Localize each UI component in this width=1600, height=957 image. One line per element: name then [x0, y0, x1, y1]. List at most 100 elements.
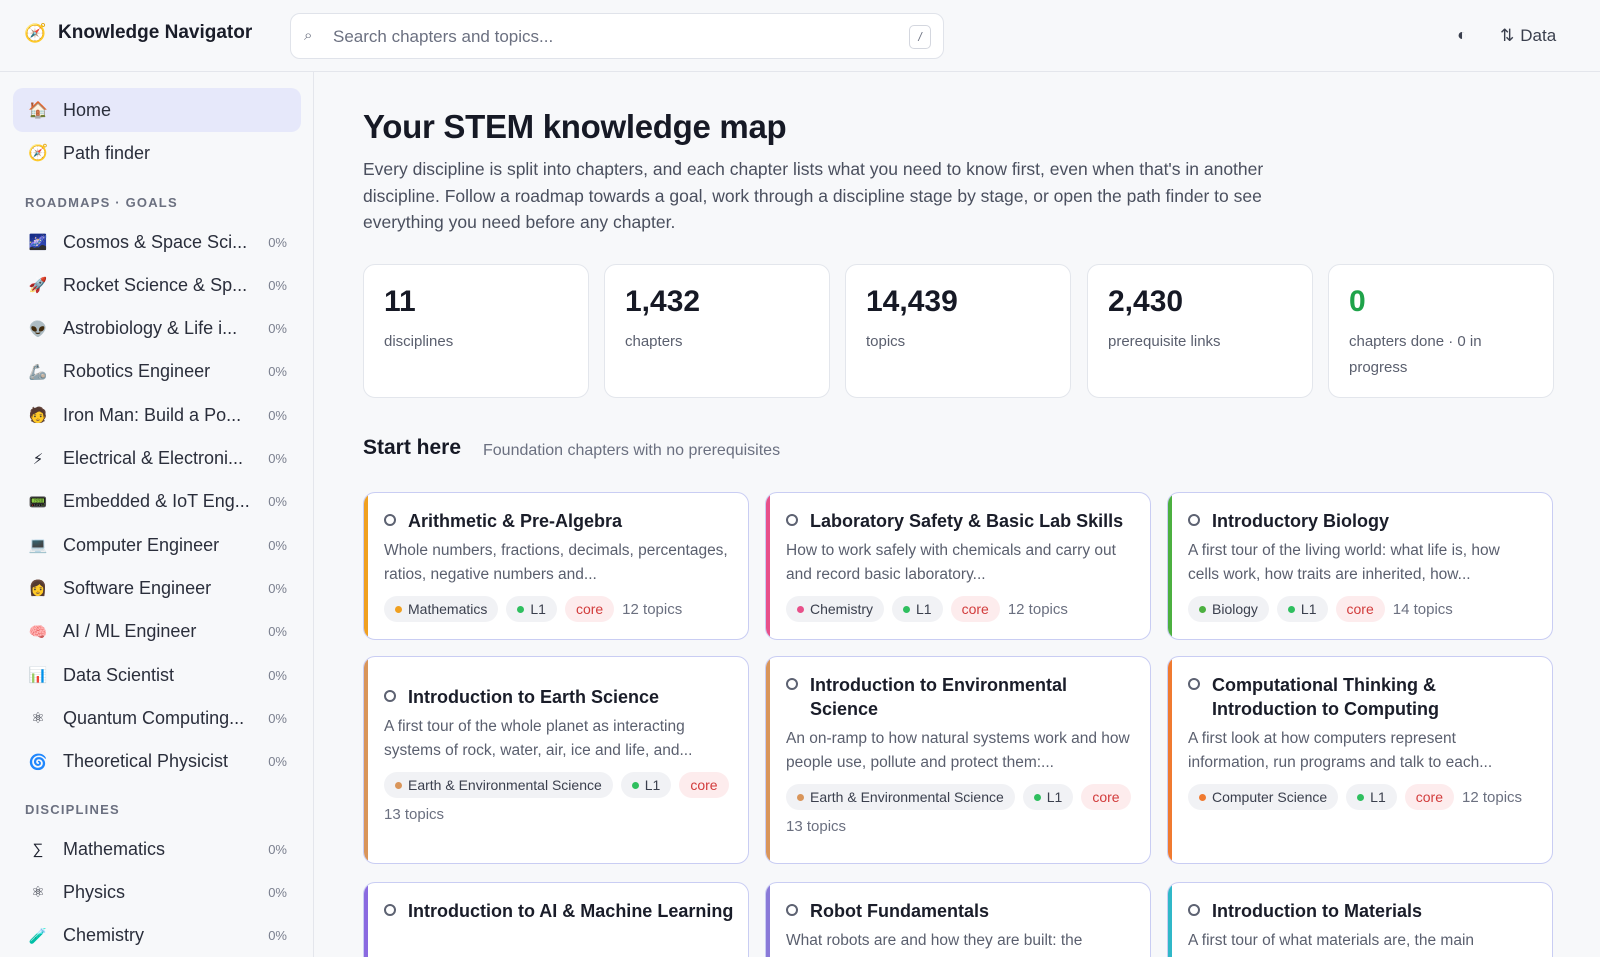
- theme-toggle-button[interactable]: ◐: [1450, 24, 1474, 48]
- search-input[interactable]: [333, 25, 893, 49]
- roadmap-item-label: Rocket Science & Sp...: [63, 274, 248, 295]
- roadmap-item[interactable]: 🌌 Cosmos & Space Sci... 0%: [13, 222, 301, 262]
- discipline-tag: Mathematics: [384, 596, 499, 622]
- nav-item-label: Path finder: [63, 142, 151, 163]
- roadmap-progress: 0%: [268, 234, 287, 250]
- roadmap-icon: ⚡: [32, 450, 44, 468]
- contrast-icon: ◐: [1457, 27, 1467, 44]
- roadmap-item[interactable]: 🦾 Robotics Engineer 0%: [13, 352, 301, 392]
- stat-card: 2,430 prerequisite links: [1087, 264, 1313, 398]
- discipline-item-label: Mathematics: [63, 838, 166, 859]
- card-description: A first tour of what materials are, the …: [1188, 932, 1475, 949]
- chapter-card[interactable]: Arithmetic & Pre-Algebra Whole numbers, f…: [363, 492, 749, 640]
- card-discipline-bar: [1168, 883, 1172, 957]
- card-title: Introduction to Environmental Science: [810, 675, 1067, 719]
- status-circle-icon[interactable]: [786, 514, 798, 526]
- status-circle-icon[interactable]: [1188, 904, 1200, 916]
- roadmap-item[interactable]: 👩 Software Engineer 0%: [13, 568, 301, 608]
- nav-item-home[interactable]: 🏠 Home: [13, 88, 301, 132]
- roadmap-item[interactable]: 🧑 Iron Man: Build a Po... 0%: [13, 395, 301, 435]
- card-discipline-bar: [364, 657, 368, 863]
- status-circle-icon[interactable]: [384, 690, 396, 702]
- status-circle-icon[interactable]: [1188, 678, 1200, 690]
- roadmap-item[interactable]: ⚛ Quantum Computing... 0%: [13, 698, 301, 738]
- status-circle-icon[interactable]: [384, 514, 396, 526]
- roadmap-item[interactable]: 🚀 Rocket Science & Sp... 0%: [13, 265, 301, 305]
- card-tags: Biology L1 core 14 topics: [1188, 596, 1536, 622]
- card-description: An on-ramp to how natural systems work a…: [786, 730, 1130, 771]
- discipline-item[interactable]: ⚛ Physics 0%: [13, 872, 301, 912]
- roadmap-progress: 0%: [268, 710, 287, 726]
- nav-item-path-finder[interactable]: 🧭 Path finder: [13, 131, 301, 175]
- roadmap-item[interactable]: 📟 Embedded & IoT Eng... 0%: [13, 482, 301, 522]
- chapter-card[interactable]: Introduction to AI & Machine Learning A g…: [363, 882, 749, 957]
- card-header: Introduction to Environmental Science: [786, 673, 1136, 721]
- core-tag: core: [1404, 784, 1454, 810]
- core-tag: core: [950, 596, 1000, 622]
- status-circle-icon[interactable]: [384, 904, 396, 916]
- discipline-item[interactable]: 🧪 Chemistry 0%: [13, 916, 301, 956]
- card-tags: Earth & Environmental Science L1 core 13 to…: [384, 772, 732, 823]
- discipline-tag-label: Computer Science: [1212, 789, 1328, 805]
- roadmap-item[interactable]: 💻 Computer Engineer 0%: [13, 525, 301, 565]
- roadmap-item[interactable]: ⚡ Electrical & Electroni... 0%: [13, 439, 301, 479]
- search-shortcut-key: /: [909, 25, 931, 49]
- discipline-item-label: Chemistry: [63, 925, 145, 946]
- chapter-card[interactable]: Introduction to Materials A first tour of…: [1167, 882, 1553, 957]
- chapter-card[interactable]: Introduction to Earth Science A first tou…: [363, 656, 749, 864]
- chapter-card[interactable]: Computational Thinking & Introduction to…: [1167, 656, 1553, 864]
- house-icon: 🏠: [28, 102, 48, 119]
- roadmap-item-label: Data Scientist: [63, 664, 175, 685]
- stat-label: disciplines: [384, 333, 454, 350]
- roadmap-progress: 0%: [268, 494, 287, 510]
- main-content: Your STEM knowledge map Every discipline…: [315, 72, 1600, 957]
- chapter-card[interactable]: Introductory Biology A first tour of the …: [1167, 492, 1553, 640]
- discipline-tag-label: Chemistry: [810, 601, 874, 617]
- status-circle-icon[interactable]: [786, 678, 798, 690]
- level-dot: [903, 605, 911, 613]
- card-description: A first tour of the whole planet as inte…: [384, 718, 693, 759]
- roadmap-item[interactable]: 📊 Data Scientist 0%: [13, 655, 301, 695]
- app-title: Knowledge Navigator: [58, 22, 253, 43]
- roadmap-progress: 0%: [268, 667, 287, 683]
- roadmap-item[interactable]: 🧠 AI / ML Engineer 0%: [13, 612, 301, 652]
- level-tag: L1: [620, 772, 672, 798]
- roadmap-item[interactable]: 🌀 Theoretical Physicist 0%: [13, 742, 301, 782]
- brand[interactable]: 🧭 Knowledge Navigator: [24, 22, 252, 44]
- discipline-tag: Earth & Environmental Science: [786, 784, 1015, 810]
- card-discipline-bar: [1168, 657, 1172, 863]
- nav-item-label: Home: [63, 99, 112, 120]
- topic-count: 12 topics: [622, 600, 683, 618]
- stat-value: 1,432: [625, 285, 701, 318]
- status-circle-icon[interactable]: [1188, 514, 1200, 526]
- core-tag: core: [679, 772, 729, 798]
- card-discipline-bar: [766, 883, 770, 957]
- discipline-item[interactable]: ∑ Mathematics 0%: [13, 829, 301, 869]
- discipline-dot: [797, 793, 804, 801]
- roadmap-icon: 🌀: [28, 753, 48, 771]
- roadmap-item-label: Quantum Computing...: [63, 707, 245, 728]
- intro-text: Every discipline is split into chapters,…: [363, 159, 1264, 232]
- data-button[interactable]: ⇅ Data: [1500, 22, 1556, 50]
- search-box[interactable]: ⌕ /: [290, 13, 944, 59]
- card-header: Arithmetic & Pre-Algebra: [384, 509, 734, 533]
- chapter-card[interactable]: Robot Fundamentals What robots are and ho…: [765, 882, 1151, 957]
- roadmap-icon: 🧠: [28, 623, 48, 641]
- status-circle-icon[interactable]: [786, 904, 798, 916]
- stat-label: prerequisite links: [1108, 333, 1221, 350]
- chapter-card[interactable]: Introduction to Environmental Science An …: [765, 656, 1151, 864]
- core-tag: core: [564, 596, 615, 622]
- card-header: Computational Thinking & Introduction to…: [1188, 673, 1538, 721]
- discipline-tag-label: Earth & Environmental Science: [408, 777, 602, 793]
- chapter-card[interactable]: Laboratory Safety & Basic Lab Skills How …: [765, 492, 1151, 640]
- discipline-icon: ⚛: [31, 884, 45, 902]
- discipline-dot: [1199, 793, 1206, 801]
- card-description: A first tour of the living world: what l…: [1188, 542, 1500, 583]
- card-header: Introductory Biology: [1188, 509, 1538, 533]
- discipline-tag: Chemistry: [786, 596, 885, 622]
- card-title: Arithmetic & Pre-Algebra: [408, 511, 623, 531]
- roadmap-item[interactable]: 👽 Astrobiology & Life i... 0%: [13, 309, 301, 349]
- card-title: Laboratory Safety & Basic Lab Skills: [810, 511, 1124, 531]
- stat-card: 14,439 topics: [845, 264, 1071, 398]
- card-tags: Chemistry L1 core 12 topics: [786, 596, 1134, 622]
